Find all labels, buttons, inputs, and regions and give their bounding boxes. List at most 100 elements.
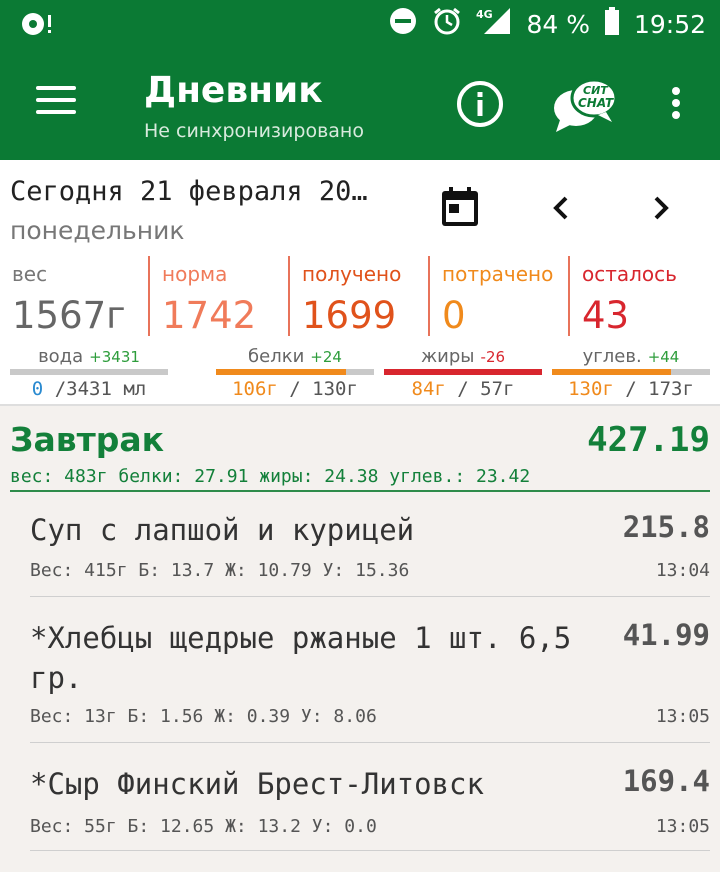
food-details: Вес: 13г Б: 1.56 Ж: 0.39 У: 8.06 bbox=[30, 706, 377, 727]
calendar-button[interactable] bbox=[440, 186, 480, 228]
battery-percent: 84 % bbox=[526, 9, 590, 39]
more-vert-icon bbox=[672, 87, 680, 95]
macro-current: 0 bbox=[31, 378, 44, 400]
macro-label: углев. bbox=[582, 346, 642, 367]
macro-target: /3431 мл bbox=[43, 378, 147, 400]
do-not-disturb-icon bbox=[388, 6, 418, 43]
macro-delta: +3431 bbox=[89, 348, 140, 366]
menu-button[interactable] bbox=[32, 82, 80, 126]
svg-text:4G: 4G bbox=[476, 8, 493, 21]
stat-label: норма bbox=[162, 262, 228, 286]
macro-target: / 130г bbox=[277, 378, 358, 400]
macro-header: углев. +44 bbox=[552, 346, 710, 367]
macro-header: жиры -26 bbox=[384, 346, 542, 367]
stat-value: 1567г bbox=[12, 294, 126, 337]
previous-day-button[interactable] bbox=[546, 190, 576, 226]
info-icon bbox=[457, 81, 503, 127]
stat-label: потрачено bbox=[442, 262, 554, 286]
food-item[interactable]: *Хлебцы щедрые ржаные 1 шт. 6,5 гр. 41.9… bbox=[30, 618, 710, 754]
food-calories: 169.4 bbox=[622, 764, 710, 798]
hamburger-icon-line bbox=[36, 98, 76, 102]
current-date[interactable]: Сегодня 21 февраля 20… bbox=[10, 176, 368, 207]
svg-text:CHAT: CHAT bbox=[578, 96, 614, 110]
meal-title[interactable]: Завтрак bbox=[10, 420, 164, 459]
macro-delta: +44 bbox=[647, 348, 680, 366]
meal-summary: вес: 483г белки: 27.91 жиры: 24.38 углев… bbox=[10, 466, 531, 487]
chat-bubbles-icon: СИТ CHAT bbox=[554, 78, 618, 132]
macro-target: / 57г bbox=[445, 378, 515, 400]
progress-track bbox=[384, 369, 542, 375]
macro-target: / 173г bbox=[613, 378, 694, 400]
battery-icon bbox=[604, 6, 620, 43]
food-name: Суп с лапшой и курицей bbox=[30, 513, 415, 547]
macro-label: жиры bbox=[420, 346, 475, 367]
macro-water: вода +3431 0 /3431 мл bbox=[10, 338, 168, 404]
more-vert-icon-dot bbox=[672, 99, 680, 107]
food-calories: 41.99 bbox=[622, 618, 710, 652]
macro-progress: вода +3431 0 /3431 мл белки +24 106г / 130… bbox=[0, 338, 720, 404]
chevron-left-icon bbox=[553, 196, 568, 220]
item-divider bbox=[30, 850, 710, 851]
food-item[interactable]: *Сыр Финский Брест-Литовск 169.4 Вес: 55… bbox=[30, 764, 710, 860]
stat-label: вес bbox=[12, 262, 48, 286]
signal-4g-icon: 4G bbox=[476, 6, 512, 43]
food-time: 13:04 bbox=[655, 560, 710, 581]
stat-norm: норма 1742 bbox=[148, 256, 288, 337]
stat-spent: потрачено 0 bbox=[428, 256, 568, 337]
date-header: Сегодня 21 февраля 20… понедельник bbox=[0, 160, 720, 256]
meal-divider bbox=[10, 490, 710, 492]
progress-fill bbox=[552, 369, 671, 375]
status-bar: 4G 84 % 19:52 bbox=[0, 0, 720, 48]
more-vert-icon-dot bbox=[672, 111, 680, 119]
progress-fill bbox=[216, 369, 346, 375]
next-day-button[interactable] bbox=[646, 190, 676, 226]
food-name: *Хлебцы щедрые ржаные 1 шт. 6,5 гр. bbox=[30, 621, 572, 695]
notification-icon bbox=[20, 10, 60, 38]
hamburger-icon bbox=[36, 86, 76, 90]
sit-chat-button[interactable]: СИТ CHAT bbox=[550, 74, 620, 134]
macro-amount: 130г / 173г bbox=[552, 378, 710, 400]
meal-total-calories: 427.19 bbox=[587, 420, 710, 460]
macro-current: 84г bbox=[411, 378, 446, 400]
app-bar: Дневник Не синхронизировано СИТ CHAT bbox=[0, 48, 720, 160]
stat-value: 1742 bbox=[162, 294, 257, 337]
macro-carbs: углев. +44 130г / 173г bbox=[552, 338, 710, 404]
food-item[interactable]: Суп с лапшой и курицей 215.8 Вес: 415г Б… bbox=[30, 510, 710, 606]
stat-value: 1699 bbox=[302, 294, 397, 337]
macro-current: 130г bbox=[568, 378, 614, 400]
food-calories: 215.8 bbox=[622, 510, 710, 544]
macro-current: 106г bbox=[232, 378, 278, 400]
macro-fat: жиры -26 84г / 57г bbox=[384, 338, 542, 404]
macro-protein: белки +24 106г / 130г bbox=[216, 338, 374, 404]
stat-value: 43 bbox=[582, 294, 630, 337]
calorie-stats: вес 1567г норма 1742 получено 1699 потра… bbox=[0, 256, 720, 338]
more-options-button[interactable] bbox=[664, 84, 688, 124]
macro-amount: 0 /3431 мл bbox=[10, 378, 168, 400]
macro-header: белки +24 bbox=[216, 346, 374, 367]
food-time: 13:05 bbox=[655, 706, 710, 727]
macro-delta: +24 bbox=[310, 348, 342, 366]
food-details: Вес: 55г Б: 12.65 Ж: 13.2 У: 0.0 bbox=[30, 816, 377, 837]
info-button[interactable] bbox=[456, 80, 504, 128]
macro-delta: -26 bbox=[480, 348, 506, 366]
progress-track bbox=[552, 369, 710, 375]
macro-amount: 106г / 130г bbox=[216, 378, 374, 400]
food-time: 13:05 bbox=[655, 816, 710, 837]
progress-track bbox=[216, 369, 374, 375]
calendar-icon bbox=[442, 187, 478, 226]
clock: 19:52 bbox=[633, 9, 706, 39]
progress-track bbox=[10, 369, 168, 375]
stat-remaining: осталось 43 bbox=[568, 256, 720, 337]
stat-label: получено bbox=[302, 262, 402, 286]
divider bbox=[0, 404, 720, 406]
chevron-right-icon bbox=[654, 196, 669, 220]
food-details: Вес: 415г Б: 13.7 Ж: 10.79 У: 15.36 bbox=[30, 560, 410, 581]
weekday-label: понедельник bbox=[10, 216, 185, 245]
item-divider bbox=[30, 742, 710, 743]
stat-received: получено 1699 bbox=[288, 256, 428, 337]
alarm-icon bbox=[432, 6, 462, 43]
progress-fill bbox=[384, 369, 542, 375]
macro-amount: 84г / 57г bbox=[384, 378, 542, 400]
macro-header: вода +3431 bbox=[10, 346, 168, 367]
page-title: Дневник bbox=[144, 70, 323, 111]
